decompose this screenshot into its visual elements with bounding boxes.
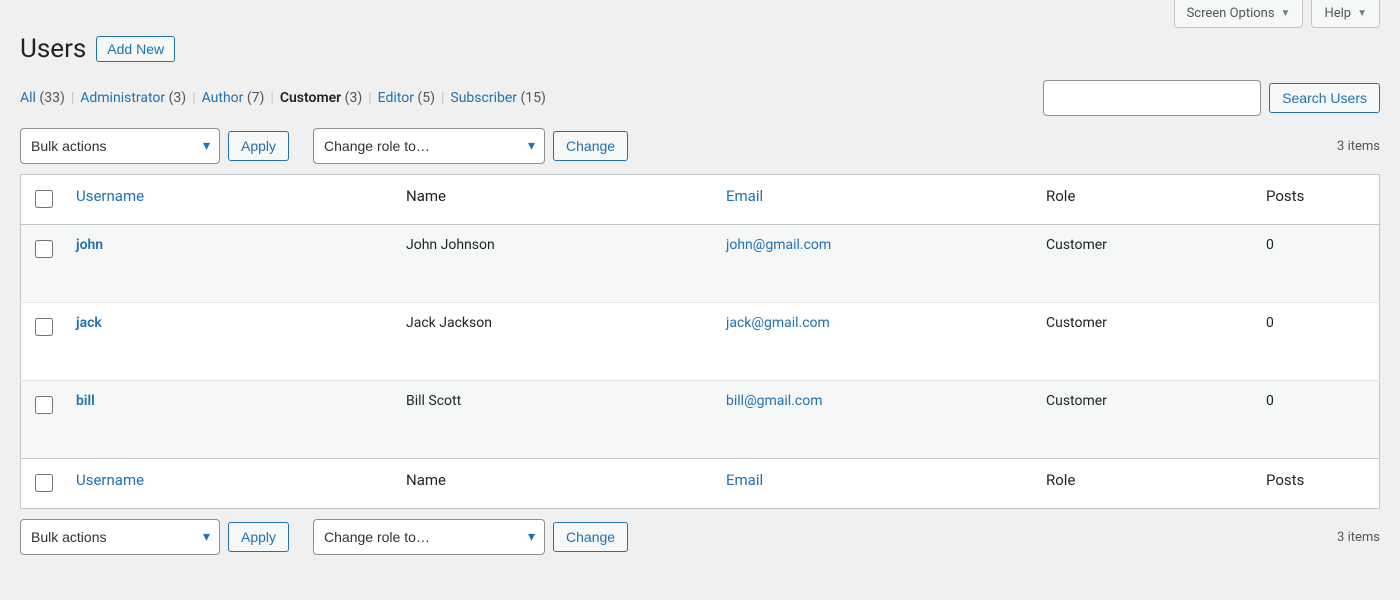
select-all-bottom-checkbox[interactable] [35, 474, 53, 492]
users-table: Username Name Email Role Posts john John … [20, 174, 1380, 509]
posts-cell: 0 [1256, 225, 1380, 303]
bulk-apply-button[interactable]: Apply [228, 131, 289, 161]
role-filter-administrator[interactable]: Administrator [80, 90, 165, 106]
posts-cell: 0 [1256, 303, 1380, 381]
chevron-down-icon: ▼ [1357, 8, 1367, 19]
table-row: john John Johnson john@gmail.com Customer0 [21, 225, 1380, 303]
name-cell: John Johnson [396, 225, 716, 303]
role-filter-subscriber-count: (15) [517, 90, 546, 106]
role-filter-all[interactable]: All [20, 90, 36, 106]
column-header-email[interactable]: Email [726, 187, 763, 205]
row-checkbox[interactable] [35, 240, 53, 258]
row-checkbox[interactable] [35, 396, 53, 414]
screen-options-tab[interactable]: Screen Options ▼ [1174, 0, 1304, 28]
select-all-top-checkbox[interactable] [35, 190, 53, 208]
column-footer-name: Name [396, 459, 716, 509]
search-users-button[interactable]: Search Users [1269, 83, 1380, 113]
change-role-select-bottom[interactable]: Change role to… [313, 519, 545, 555]
column-header-name: Name [396, 175, 716, 225]
row-checkbox[interactable] [35, 318, 53, 336]
add-new-button[interactable]: Add New [96, 36, 175, 62]
role-filter-author-count: (7) [243, 90, 264, 106]
search-users-input[interactable] [1043, 80, 1261, 116]
column-header-role: Role [1036, 175, 1256, 225]
role-filter-editor[interactable]: Editor [378, 90, 414, 106]
role-cell: Customer [1036, 381, 1256, 459]
bulk-actions-select[interactable]: Bulk actions [20, 128, 220, 164]
help-label: Help [1324, 6, 1351, 21]
page-title: Users [20, 34, 86, 64]
table-row: bill Bill Scott bill@gmail.com Customer0 [21, 381, 1380, 459]
email-link[interactable]: jack@gmail.com [726, 315, 830, 331]
column-header-username[interactable]: Username [76, 187, 144, 205]
column-footer-posts: Posts [1256, 459, 1380, 509]
username-link[interactable]: john [76, 237, 103, 253]
username-link[interactable]: bill [76, 393, 95, 409]
email-link[interactable]: bill@gmail.com [726, 393, 823, 409]
column-footer-role: Role [1036, 459, 1256, 509]
screen-options-label: Screen Options [1187, 6, 1275, 21]
column-header-posts: Posts [1256, 175, 1380, 225]
help-tab[interactable]: Help ▼ [1311, 0, 1380, 28]
name-cell: Jack Jackson [396, 303, 716, 381]
role-cell: Customer [1036, 303, 1256, 381]
role-filter-administrator-count: (3) [165, 90, 186, 106]
change-role-button-bottom[interactable]: Change [553, 522, 628, 552]
role-filter-customer-count: (3) [341, 90, 362, 106]
username-link[interactable]: jack [76, 315, 102, 331]
change-role-select[interactable]: Change role to… [313, 128, 545, 164]
role-filter-links: All (33)|Administrator (3)|Author (7)|Cu… [20, 90, 546, 106]
bulk-actions-select-bottom[interactable]: Bulk actions [20, 519, 220, 555]
column-footer-email[interactable]: Email [726, 471, 763, 489]
bulk-apply-button-bottom[interactable]: Apply [228, 522, 289, 552]
role-filter-customer[interactable]: Customer [280, 90, 341, 106]
table-row: jack Jack Jackson jack@gmail.com Customer0 [21, 303, 1380, 381]
role-filter-editor-count: (5) [414, 90, 435, 106]
items-count-top: 3 items [1337, 139, 1380, 154]
items-count-bottom: 3 items [1337, 530, 1380, 545]
role-filter-author[interactable]: Author [202, 90, 244, 106]
email-link[interactable]: john@gmail.com [726, 237, 831, 253]
change-role-button[interactable]: Change [553, 131, 628, 161]
chevron-down-icon: ▼ [1281, 8, 1291, 19]
role-cell: Customer [1036, 225, 1256, 303]
role-filter-all-count: (33) [36, 90, 65, 106]
name-cell: Bill Scott [396, 381, 716, 459]
role-filter-subscriber[interactable]: Subscriber [450, 90, 517, 106]
posts-cell: 0 [1256, 381, 1380, 459]
column-footer-username[interactable]: Username [76, 471, 144, 489]
